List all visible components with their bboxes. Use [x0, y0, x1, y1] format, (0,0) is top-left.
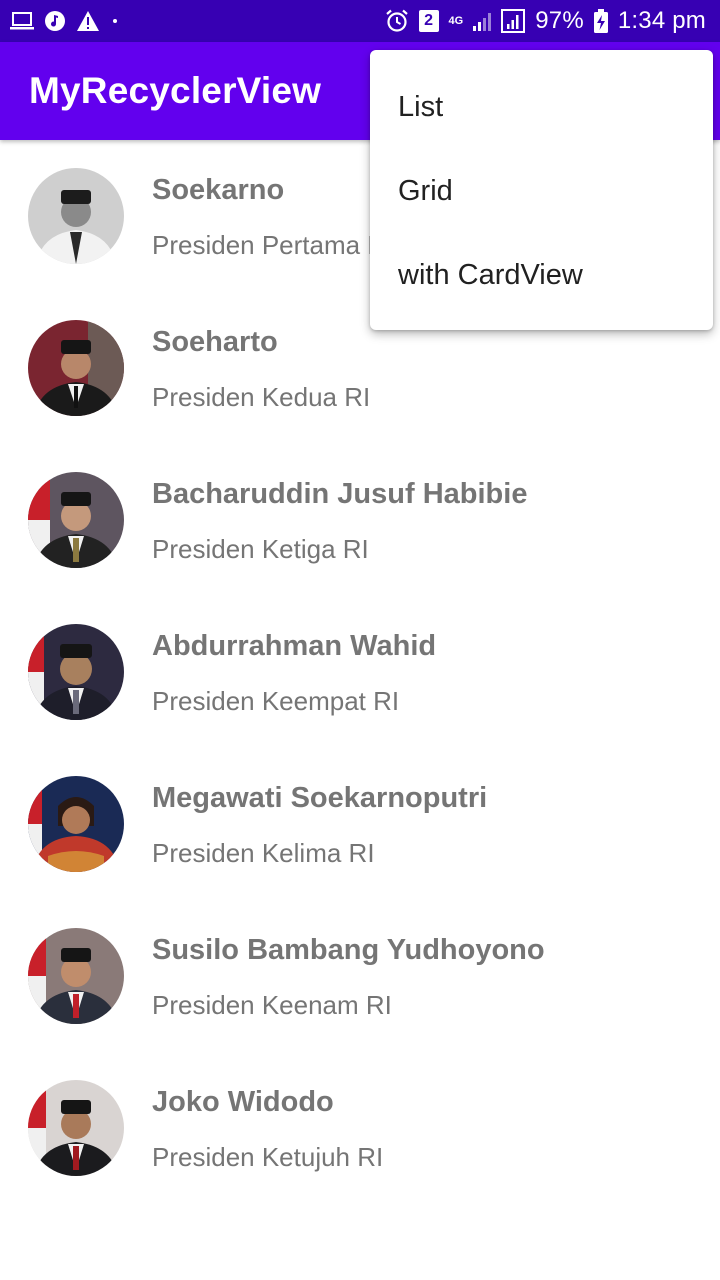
president-name: Soekarno — [152, 174, 285, 206]
dot-icon — [110, 16, 120, 26]
network-type-label: 4G — [448, 15, 464, 27]
signal-icon — [501, 9, 526, 33]
president-name: Megawati Soekarnoputri — [152, 782, 488, 814]
battery-percent: 97% — [535, 7, 584, 34]
president-description: Presiden Kedua RI — [152, 382, 371, 412]
avatar — [28, 1080, 124, 1176]
menu-item-grid[interactable]: Grid — [370, 149, 713, 233]
list-item[interactable]: Joko Widodo Presiden Ketujuh RI — [0, 1052, 720, 1204]
president-name: Abdurrahman Wahid — [152, 630, 437, 662]
president-description: Presiden Pertama RI — [152, 230, 394, 260]
menu-item-list[interactable]: List — [370, 65, 713, 149]
president-description: Presiden Kelima RI — [152, 838, 375, 868]
list-item[interactable]: Bacharuddin Jusuf Habibie Presiden Ketig… — [0, 444, 720, 596]
president-description: Presiden Ketujuh RI — [152, 1142, 384, 1172]
avatar — [28, 472, 124, 568]
avatar — [28, 776, 124, 872]
avatar — [28, 168, 124, 264]
president-description: Presiden Keempat RI — [152, 686, 400, 716]
president-name: Soeharto — [152, 326, 278, 358]
status-time: 1:34 pm — [617, 7, 706, 34]
status-bar: 2 4G 97% 1:34 pm — [0, 0, 720, 42]
president-name: Bacharuddin Jusuf Habibie — [152, 478, 528, 510]
avatar — [28, 624, 124, 720]
president-name: Susilo Bambang Yudhoyono — [152, 934, 545, 966]
list-item[interactable]: Susilo Bambang Yudhoyono Presiden Keenam… — [0, 900, 720, 1052]
signal-weak-icon — [473, 10, 492, 32]
list-item[interactable]: Megawati Soekarnoputri Presiden Kelima R… — [0, 748, 720, 900]
sim-2-icon: 2 — [418, 10, 439, 32]
battery-charging-icon — [593, 9, 608, 33]
laptop-icon — [10, 11, 34, 31]
4g-data-icon: 4G — [448, 15, 464, 27]
menu-item-cardview[interactable]: with CardView — [370, 233, 713, 317]
list-item[interactable]: Abdurrahman Wahid Presiden Keempat RI — [0, 596, 720, 748]
overflow-menu: List Grid with CardView — [370, 50, 713, 330]
warning-icon — [76, 10, 100, 32]
app-title: MyRecyclerView — [29, 70, 322, 111]
music-icon — [44, 10, 66, 32]
avatar — [28, 928, 124, 1024]
president-description: Presiden Keenam RI — [152, 990, 392, 1020]
president-name: Joko Widodo — [152, 1086, 334, 1118]
alarm-icon — [385, 9, 409, 33]
status-bar-left — [10, 10, 120, 32]
president-description: Presiden Ketiga RI — [152, 534, 369, 564]
avatar — [28, 320, 124, 416]
status-bar-right: 2 4G 97% 1:34 pm — [385, 7, 706, 35]
